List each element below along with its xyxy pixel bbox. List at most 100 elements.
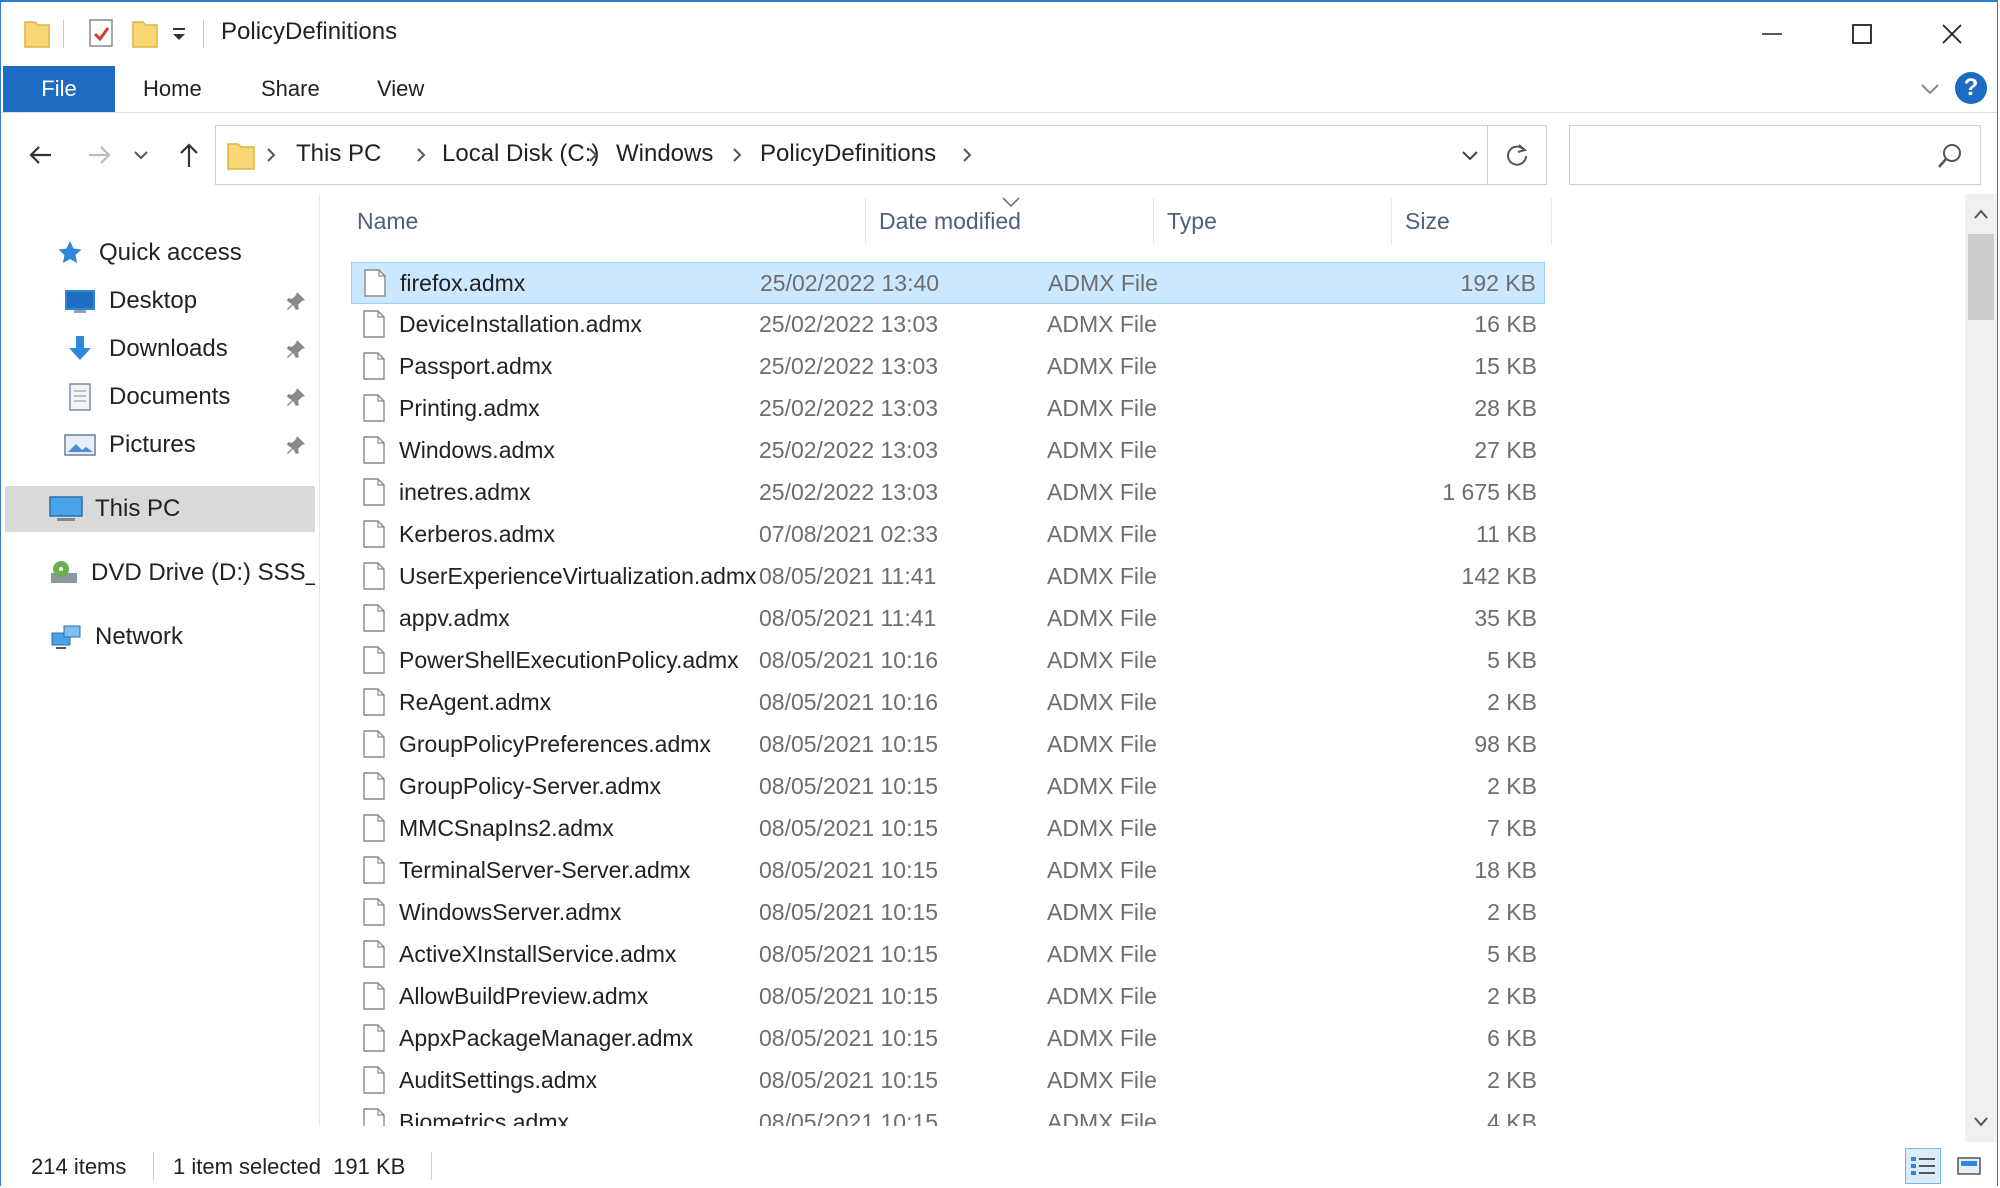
table-row[interactable]: GroupPolicy-Server.admx 08/05/2021 10:15 A…	[351, 766, 1545, 808]
file-size: 6 KB	[1487, 1025, 1537, 1051]
documents-icon	[63, 382, 97, 412]
tab-home[interactable]: Home	[143, 66, 202, 112]
table-row[interactable]: GroupPolicyPreferences.admx 08/05/2021 10…	[351, 724, 1545, 766]
tab-view[interactable]: View	[377, 66, 424, 112]
sidebar-item-downloads[interactable]: Downloads	[63, 326, 228, 372]
scroll-up-icon[interactable]	[1971, 204, 1991, 224]
file-icon	[363, 1108, 385, 1126]
search-box[interactable]	[1569, 125, 1981, 185]
pin-icon[interactable]	[285, 434, 307, 456]
pin-icon[interactable]	[285, 386, 307, 408]
file-type: ADMX File	[1047, 353, 1157, 379]
table-row[interactable]: firefox.admx 25/02/2022 13:40 ADMX File 192…	[351, 262, 1545, 304]
table-row[interactable]: ActiveXInstallService.admx 08/05/2021 10:…	[351, 934, 1545, 976]
sidebar-item-documents[interactable]: Documents	[63, 374, 230, 420]
file-size: 2 KB	[1487, 773, 1537, 799]
minimize-button[interactable]	[1727, 2, 1817, 66]
sidebar-item-quick-access[interactable]: Quick access	[53, 230, 242, 276]
details-view-button[interactable]	[1905, 1148, 1941, 1184]
tab-file[interactable]: File	[3, 66, 115, 112]
table-row[interactable]: UserExperienceVirtualization.admx 08/05/2…	[351, 556, 1545, 598]
table-row[interactable]: TerminalServer-Server.admx 08/05/2021 10:…	[351, 850, 1545, 892]
sidebar-item-dvd-drive[interactable]: DVD Drive (D:) SSS_X64FREE_EN-US_DV9	[49, 550, 315, 596]
file-type: ADMX File	[1047, 983, 1157, 1009]
table-row[interactable]: PowerShellExecutionPolicy.admx 08/05/2021…	[351, 640, 1545, 682]
back-arrow-icon	[29, 146, 51, 164]
file-icon	[363, 688, 385, 716]
sidebar-item-network[interactable]: Network	[49, 614, 183, 660]
file-name: ActiveXInstallService.admx	[399, 941, 677, 967]
scrollbar-thumb[interactable]	[1968, 234, 1994, 320]
customize-quick-access-icon[interactable]	[169, 16, 189, 52]
table-row[interactable]: MMCSnapIns2.admx 08/05/2021 10:15 ADMX Fil…	[351, 808, 1545, 850]
back-button[interactable]	[21, 135, 61, 175]
table-row[interactable]: appv.admx 08/05/2021 11:41 ADMX File 35 KB	[351, 598, 1545, 640]
properties-icon[interactable]	[87, 16, 115, 52]
sidebar-item-pictures[interactable]: Pictures	[63, 422, 196, 468]
table-row[interactable]: Printing.admx 25/02/2022 13:03 ADMX File 28…	[351, 388, 1545, 430]
table-row[interactable]: AuditSettings.admx 08/05/2021 10:15 ADMX F…	[351, 1060, 1545, 1102]
table-row[interactable]: AppxPackageManager.admx 08/05/2021 10:15 A…	[351, 1018, 1545, 1060]
column-header-size[interactable]: Size	[1405, 208, 1450, 235]
scroll-down-icon[interactable]	[1971, 1112, 1991, 1132]
table-row[interactable]: inetres.admx 25/02/2022 13:03 ADMX File 1 6…	[351, 472, 1545, 514]
table-row[interactable]: Windows.admx 25/02/2022 13:03 ADMX File 27 …	[351, 430, 1545, 472]
large-icons-view-button[interactable]	[1951, 1148, 1987, 1184]
table-row[interactable]: DeviceInstallation.admx 25/02/2022 13:03 A…	[351, 304, 1545, 346]
file-size: 2 KB	[1487, 899, 1537, 925]
column-header-date-modified[interactable]: Date modified	[879, 208, 1021, 235]
expand-ribbon-icon[interactable]	[1917, 76, 1943, 102]
chevron-right-icon[interactable]	[584, 146, 602, 164]
tab-share[interactable]: Share	[261, 66, 320, 112]
sidebar-item-this-pc[interactable]: This PC	[5, 486, 315, 532]
refresh-button[interactable]	[1487, 125, 1547, 185]
table-row[interactable]: AllowBuildPreview.admx 08/05/2021 10:15 AD…	[351, 976, 1545, 1018]
file-size: 4 KB	[1487, 1109, 1537, 1126]
vertical-scrollbar[interactable]	[1965, 194, 1997, 1142]
close-button[interactable]	[1907, 2, 1997, 66]
file-icon	[363, 982, 385, 1010]
column-header-name[interactable]: Name	[357, 208, 418, 235]
file-type: ADMX File	[1047, 605, 1157, 631]
file-date-modified: 25/02/2022 13:03	[759, 353, 939, 379]
sidebar-item-desktop[interactable]: Desktop	[63, 278, 197, 324]
pin-icon[interactable]	[285, 290, 307, 312]
forward-button[interactable]	[79, 135, 119, 175]
file-icon	[363, 604, 385, 632]
recent-locations-button[interactable]	[129, 135, 153, 175]
table-row[interactable]: Biometrics.admx 08/05/2021 10:15 ADMX File…	[351, 1102, 1545, 1126]
network-icon	[49, 622, 83, 652]
ribbon: File Home Share View ?	[1, 66, 1997, 113]
breadcrumb-policydefinitions[interactable]: PolicyDefinitions	[760, 140, 936, 168]
chevron-right-icon[interactable]	[958, 146, 976, 164]
search-input[interactable]	[1578, 136, 1922, 174]
file-icon	[363, 310, 385, 338]
new-folder-icon[interactable]	[131, 16, 159, 52]
chevron-down-icon	[134, 151, 148, 160]
address-bar[interactable]: This PC Local Disk (C:) Windows PolicyDe…	[215, 125, 1547, 185]
pin-icon[interactable]	[285, 338, 307, 360]
table-row[interactable]: Passport.admx 25/02/2022 13:03 ADMX File 15…	[351, 346, 1545, 388]
help-button[interactable]: ?	[1955, 72, 1987, 104]
column-header-type[interactable]: Type	[1167, 208, 1217, 235]
table-row[interactable]: Kerberos.admx 07/08/2021 02:33 ADMX File 11…	[351, 514, 1545, 556]
file-name: appv.admx	[399, 605, 510, 631]
file-list: Name Date modified Type Size firefox.adm…	[321, 194, 1969, 1126]
file-icon	[363, 730, 385, 758]
file-date-modified: 08/05/2021 10:15	[759, 1109, 939, 1126]
maximize-button[interactable]	[1817, 2, 1907, 66]
chevron-right-icon[interactable]	[728, 146, 746, 164]
up-button[interactable]	[169, 135, 209, 175]
file-date-modified: 08/05/2021 10:16	[759, 647, 939, 673]
maximize-icon	[1852, 24, 1872, 44]
file-date-modified: 08/05/2021 10:15	[759, 857, 939, 883]
file-date-modified: 08/05/2021 10:15	[759, 773, 939, 799]
table-row[interactable]: WindowsServer.admx 08/05/2021 10:15 ADMX F…	[351, 892, 1545, 934]
selection-info: 1 item selected 191 KB	[173, 1154, 406, 1179]
breadcrumb-windows[interactable]: Windows	[616, 140, 713, 168]
breadcrumb-local-disk[interactable]: Local Disk (C:)	[442, 140, 599, 168]
chevron-right-icon[interactable]	[412, 146, 430, 164]
table-row[interactable]: ReAgent.admx 08/05/2021 10:16 ADMX File 2 K…	[351, 682, 1545, 724]
pictures-icon	[63, 430, 97, 460]
breadcrumb-this-pc[interactable]: This PC	[296, 140, 381, 168]
